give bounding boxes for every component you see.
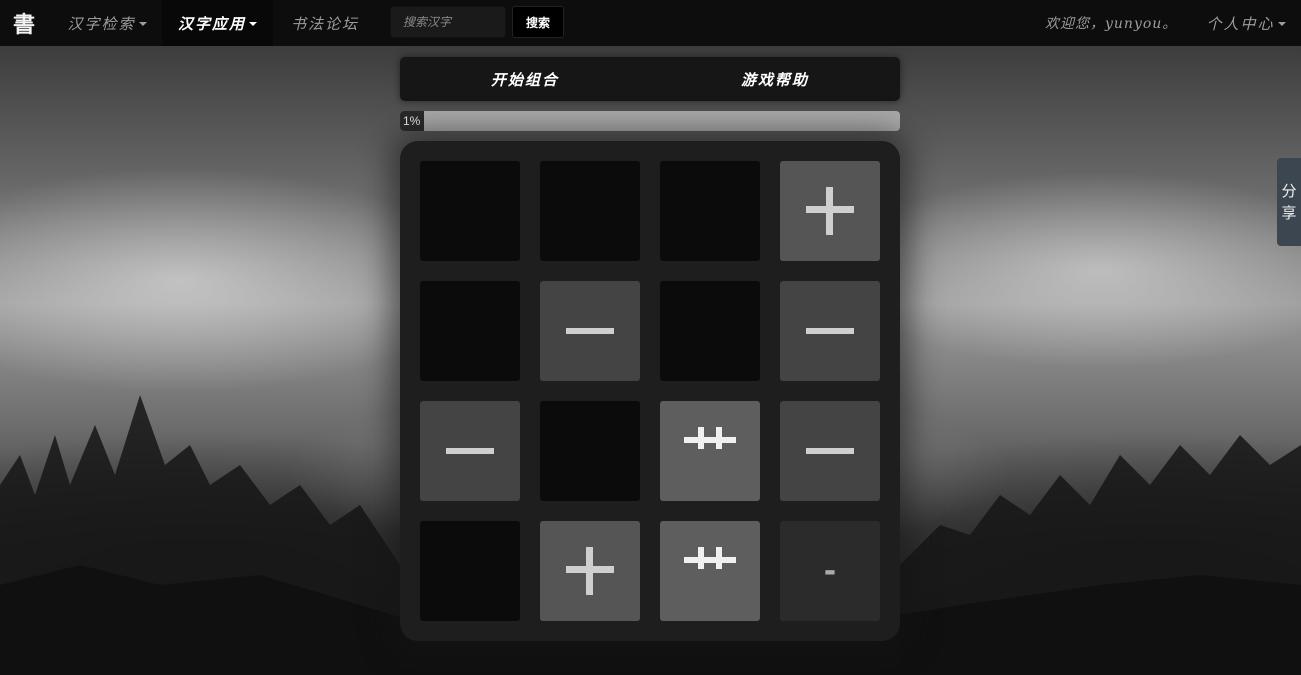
double-cross-stroke-icon (684, 547, 736, 569)
game-board: - (400, 141, 900, 641)
grid-cell: - (780, 521, 880, 621)
grid-cell (420, 281, 520, 381)
grid-cell (540, 401, 640, 501)
search-button[interactable]: 搜索 (512, 6, 564, 38)
nav-hanzi-search-label: 汉字检索 (67, 14, 136, 33)
share-tab[interactable]: 分 享 (1277, 158, 1301, 246)
horizontal-stroke-icon (806, 448, 854, 454)
grid-cell (780, 161, 880, 261)
top-navbar: 書 汉字检索 汉字应用 书法论坛 搜索 欢迎您，yunyou。 个人中心 (0, 0, 1301, 46)
nav-calligraphy-forum[interactable]: 书法论坛 (278, 0, 372, 46)
grid-cell (420, 401, 520, 501)
progress-bar: 1% (400, 111, 900, 131)
double-cross-stroke-icon (684, 427, 736, 449)
grid-cell (660, 521, 760, 621)
game-help-button[interactable]: 游戏帮助 (650, 57, 900, 101)
game-controls: 开始组合 游戏帮助 (400, 57, 900, 101)
nav-hanzi-search[interactable]: 汉字检索 (54, 0, 160, 46)
welcome-text: 欢迎您，yunyou。 (1045, 16, 1178, 32)
caret-down-icon (138, 22, 147, 26)
progress-label: 1% (403, 114, 421, 128)
brand-logo[interactable]: 書 (0, 0, 48, 46)
start-combine-button[interactable]: 开始组合 (400, 57, 650, 101)
share-label-2: 享 (1281, 204, 1297, 222)
grid-cell (540, 281, 640, 381)
horizontal-stroke-icon (446, 448, 494, 454)
user-center-menu[interactable]: 个人中心 (1198, 0, 1294, 46)
grid-cell (660, 161, 760, 261)
grid-cell (540, 521, 640, 621)
plus-stroke-icon (806, 187, 854, 235)
search-input[interactable] (390, 6, 506, 38)
grid-cell (660, 401, 760, 501)
grid-cell (660, 281, 760, 381)
nav-hanzi-apps-label: 汉字应用 (177, 14, 246, 33)
caret-down-icon (249, 22, 257, 26)
grid-cell (420, 521, 520, 621)
share-label-1: 分 (1281, 182, 1297, 200)
caret-down-icon (1277, 22, 1286, 26)
grid-cell (780, 281, 880, 381)
cell-glyph: - (823, 553, 837, 589)
plus-stroke-icon (566, 547, 614, 595)
user-center-label: 个人中心 (1206, 14, 1275, 33)
horizontal-stroke-icon (806, 328, 854, 334)
nav-hanzi-apps[interactable]: 汉字应用 (162, 0, 273, 46)
grid-cell (780, 401, 880, 501)
horizontal-stroke-icon (566, 328, 614, 334)
nav-calligraphy-forum-label: 书法论坛 (290, 14, 359, 33)
grid-cell (420, 161, 520, 261)
grid-cell (540, 161, 640, 261)
